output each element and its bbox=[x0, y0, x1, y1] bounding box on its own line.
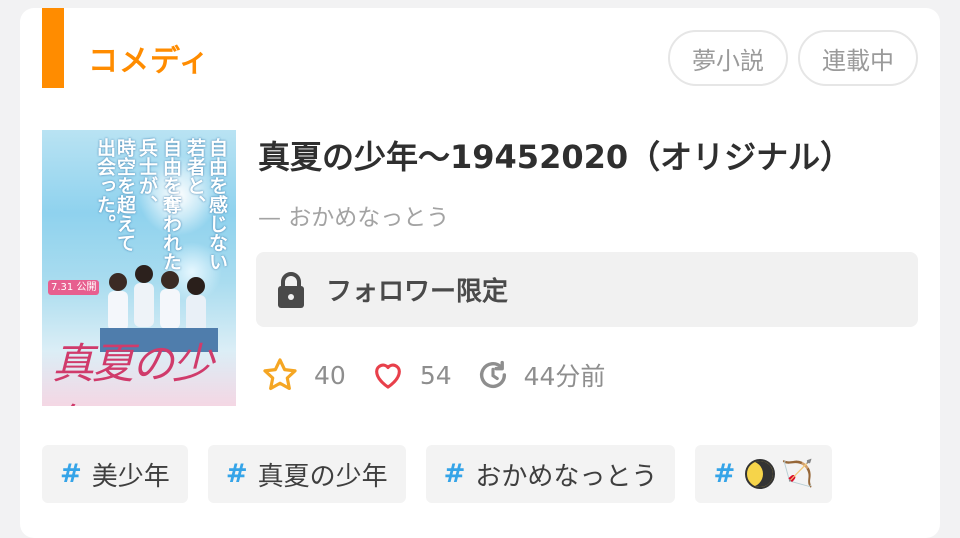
status-pill: 連載中 bbox=[798, 30, 918, 86]
tag-chip[interactable]: # 真夏の少年 bbox=[207, 445, 406, 503]
story-title[interactable]: 真夏の少年〜19452020（オリジナル） bbox=[258, 132, 918, 178]
genre-label: コメディ bbox=[88, 44, 210, 79]
lock-icon bbox=[278, 271, 304, 308]
tag-list: # 美少年 # 真夏の少年 # おかめなっとう # 🏹 bbox=[42, 445, 832, 503]
cover-text: 時空を超えて bbox=[114, 138, 136, 252]
updated-time: 44分前 bbox=[523, 362, 606, 391]
category-pill: 夢小説 bbox=[668, 30, 788, 86]
genre-accent-bar bbox=[42, 8, 64, 88]
cover-text: 自由を奪われた bbox=[160, 138, 182, 271]
tag-label: おかめなっとう bbox=[475, 461, 658, 492]
heart-icon bbox=[374, 363, 401, 389]
moon-icon bbox=[745, 459, 776, 489]
story-stats: 40 54 44分前 bbox=[260, 356, 605, 394]
star-icon bbox=[263, 358, 297, 391]
like-count: 54 bbox=[419, 360, 452, 390]
hash-icon: # bbox=[443, 459, 466, 489]
tag-chip[interactable]: # 美少年 bbox=[42, 445, 188, 503]
release-date-badge: 7.31 公開 bbox=[48, 280, 100, 295]
tag-chip[interactable]: # おかめなっとう bbox=[425, 445, 676, 503]
story-card[interactable]: コメディ 夢小説 連載中 自由を感じない 若者と、 自由を奪われた 兵士が、 時… bbox=[20, 8, 940, 538]
follower-only-label: フォロワー限定 bbox=[326, 277, 509, 307]
star-count: 40 bbox=[314, 360, 346, 390]
cover-text: 若者と、 bbox=[184, 138, 206, 214]
tag-chip[interactable]: # 🏹 bbox=[695, 445, 832, 503]
update-clock-icon bbox=[479, 360, 506, 388]
tag-label: 美少年 bbox=[91, 461, 170, 492]
author-name[interactable]: — おかめなっとう bbox=[258, 198, 449, 232]
cover-text: 出会った。 bbox=[94, 138, 116, 233]
like-stat: 54 bbox=[370, 358, 452, 392]
hash-icon: # bbox=[713, 459, 736, 489]
tag-label: 🏹 bbox=[781, 459, 814, 489]
cover-text: 兵士が、 bbox=[136, 138, 158, 214]
follower-only-notice[interactable]: フォロワー限定 bbox=[256, 252, 918, 327]
hash-icon: # bbox=[60, 459, 82, 489]
cover-logo: 真夏の少年 bbox=[52, 339, 214, 406]
star-stat: 40 bbox=[260, 356, 346, 394]
cover-image[interactable]: 自由を感じない 若者と、 自由を奪われた 兵士が、 時空を超えて 出会った。 7… bbox=[42, 130, 236, 406]
cover-text: 自由を感じない bbox=[206, 138, 228, 271]
status-pills: 夢小説 連載中 bbox=[668, 30, 918, 86]
update-stat: 44分前 bbox=[476, 357, 606, 393]
tag-label: 真夏の少年 bbox=[257, 461, 388, 492]
hash-icon: # bbox=[225, 459, 248, 489]
